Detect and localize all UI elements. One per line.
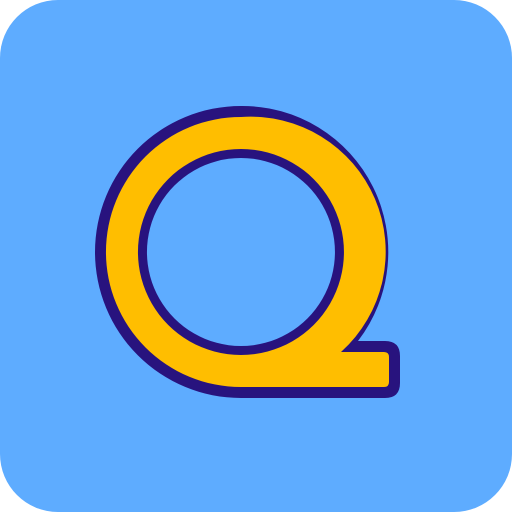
app-icon-graphic xyxy=(0,0,512,512)
icon-background xyxy=(0,0,512,512)
app-icon xyxy=(0,0,512,512)
